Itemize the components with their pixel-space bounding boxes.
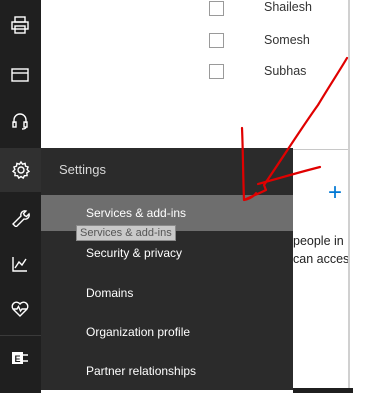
menu-item-label: Security & privacy (86, 246, 183, 260)
body-text-line: can acces (293, 252, 348, 266)
menu-item-label: Services & add-ins (86, 206, 187, 220)
list-item (166, 0, 224, 19)
tooltip: Services & add-ins (76, 225, 176, 241)
footer-strip (293, 388, 353, 393)
menu-item-partner-relationships[interactable]: Partner relationships (41, 353, 293, 389)
body-text-line: people in (293, 234, 344, 248)
user-name: Somesh (264, 33, 310, 47)
divider (293, 149, 348, 150)
row-checkbox[interactable] (209, 0, 224, 16)
list-item (166, 60, 224, 82)
wrench-icon[interactable] (7, 204, 33, 230)
menu-item-label: Domains (86, 286, 134, 300)
menu-item-label: Organization profile (86, 325, 191, 339)
exchange-icon[interactable]: E (7, 345, 33, 371)
menu-item-organization-profile[interactable]: Organization profile (41, 314, 293, 350)
gear-icon[interactable] (0, 148, 41, 192)
chart-icon[interactable] (7, 251, 33, 277)
user-name: Subhas (264, 64, 307, 78)
row-checkbox[interactable] (209, 32, 224, 48)
user-list: Shailesh Somesh Subhas (0, 0, 345, 150)
settings-title: Settings (59, 162, 106, 177)
user-name: Shailesh (264, 0, 312, 14)
menu-item-domains[interactable]: Domains (41, 275, 293, 311)
svg-text:E: E (14, 354, 20, 364)
list-item (166, 29, 224, 51)
row-checkbox[interactable] (209, 63, 224, 79)
health-heart-icon[interactable] (7, 296, 33, 322)
menu-item-label: Partner relationships (86, 364, 197, 378)
add-icon[interactable]: + (328, 181, 342, 205)
rail-divider (0, 335, 41, 336)
scrollbar[interactable] (348, 0, 350, 393)
